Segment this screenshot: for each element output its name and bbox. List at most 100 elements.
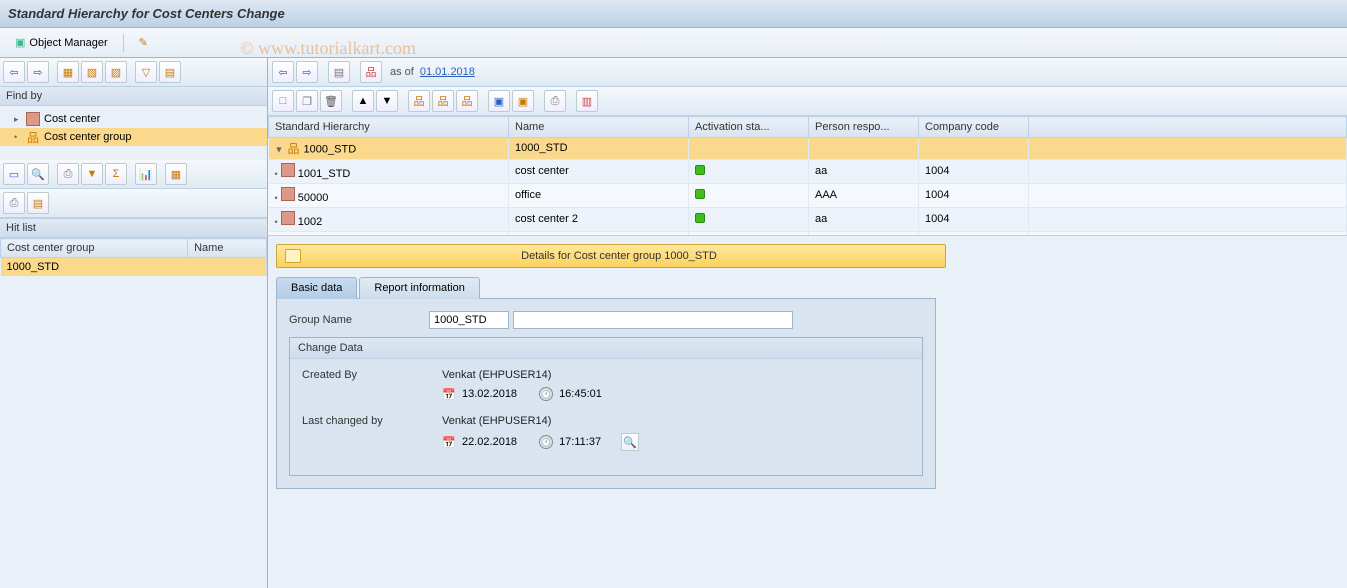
findby-item-cost-center[interactable]: ▸ Cost center xyxy=(0,110,267,128)
assign-icon: ▦ xyxy=(63,66,73,79)
nav-forward-button[interactable]: ⇨ xyxy=(27,61,49,83)
right-toolbar-1: ⇦ ⇨ ▤ 品 as of 01.01.2018 xyxy=(268,58,1347,87)
triangle-icon: ▸ xyxy=(14,114,22,125)
display-button[interactable]: ▭ xyxy=(3,163,25,185)
hier-act xyxy=(689,183,809,207)
hier-comp: 1004 xyxy=(919,159,1029,183)
expand-all-button[interactable]: 品 xyxy=(456,90,478,112)
print-button[interactable]: ⎙ xyxy=(544,90,566,112)
export-icon: ▤ xyxy=(33,197,43,210)
up-icon: ▲ xyxy=(358,95,369,107)
total-button[interactable]: Σ xyxy=(105,163,127,185)
group-name-code-input[interactable] xyxy=(429,311,509,329)
hier-col-act[interactable]: Activation sta... xyxy=(689,117,809,138)
hierarchy-button[interactable]: ▤ xyxy=(328,61,350,83)
asof-date[interactable]: 01.01.2018 xyxy=(420,66,475,78)
hier-col-name[interactable]: Name xyxy=(509,117,689,138)
main-toolbar: ▣ Object Manager ✎ xyxy=(0,28,1347,58)
status-active-icon xyxy=(695,213,705,223)
create-button[interactable]: □ xyxy=(272,90,294,112)
hier-row[interactable]: ▼ 品 1000_STD 1000_STD xyxy=(269,138,1347,160)
findby-label: Cost center xyxy=(44,113,100,125)
hitlist-cell: 1000_STD xyxy=(1,258,188,277)
hier-col-blank xyxy=(1029,117,1347,138)
hier-comp xyxy=(919,231,1029,236)
display-icon: ▭ xyxy=(9,168,19,181)
object-manager-icon: ▣ xyxy=(15,36,25,49)
hitlist-col-group[interactable]: Cost center group xyxy=(1,239,188,258)
findby-label: Cost center group xyxy=(44,131,131,143)
expand-icon: 品 xyxy=(414,93,425,109)
delete-button[interactable]: 🗑 xyxy=(320,90,342,112)
wand-button[interactable]: ✎ xyxy=(132,33,155,52)
findby-item-cost-center-group[interactable]: • 品 Cost center group xyxy=(0,128,267,146)
hier-resp: aa xyxy=(809,207,919,231)
hier-comp: 1004 xyxy=(919,207,1029,231)
hier-col-resp[interactable]: Person respo... xyxy=(809,117,919,138)
delete-icon: 🗑 xyxy=(324,95,338,108)
object-manager-button[interactable]: ▣ Object Manager xyxy=(8,33,115,52)
export-button[interactable]: ▤ xyxy=(27,192,49,214)
print2-button[interactable]: ⎙ xyxy=(3,192,25,214)
copy-button[interactable]: ❐ xyxy=(296,90,318,112)
tab-basic-data[interactable]: Basic data xyxy=(276,277,357,299)
change-data-groupbox: Change Data Created By Venkat (EHPUSER14… xyxy=(289,337,923,476)
hitlist-row[interactable]: 1000_STD xyxy=(1,258,267,277)
hier-comp xyxy=(919,138,1029,160)
search-button[interactable]: 🔍 xyxy=(27,163,49,185)
right-panel: ⇦ ⇨ ▤ 品 as of 01.01.2018 □ ❐ 🗑 ▲ ▼ 品 品 品… xyxy=(268,58,1347,588)
print-button[interactable]: ⎙ xyxy=(57,163,79,185)
print2-icon: ⎙ xyxy=(10,197,19,210)
created-time: 16:45:01 xyxy=(559,388,602,400)
assign2-icon: ▧ xyxy=(87,66,97,79)
doc2-button[interactable]: ▣ xyxy=(512,90,534,112)
chart-button[interactable]: ▥ xyxy=(576,90,598,112)
object-manager-label: Object Manager xyxy=(29,37,107,49)
titlebar: Standard Hierarchy for Cost Centers Chan… xyxy=(0,0,1347,28)
change-data-title: Change Data xyxy=(290,338,922,359)
tabstrip: Basic data Report information xyxy=(276,276,936,299)
assign3-button[interactable]: ▨ xyxy=(105,61,127,83)
hier-row[interactable]: • 1001_STD cost center aa 1004 xyxy=(269,159,1347,183)
nav-forward-button[interactable]: ⇨ xyxy=(296,61,318,83)
hitlist-header: Hit list xyxy=(0,218,267,238)
copy-icon: ❐ xyxy=(302,95,312,108)
group-icon: 品 xyxy=(282,235,296,237)
tab-report-info[interactable]: Report information xyxy=(359,277,480,299)
layout-button[interactable]: ▦ xyxy=(165,163,187,185)
doc-button[interactable]: ▣ xyxy=(488,90,510,112)
bullet-icon: • xyxy=(275,217,278,227)
hier-code: 50000 xyxy=(298,192,329,204)
up-button[interactable]: ▲ xyxy=(352,90,374,112)
expand-button[interactable]: 品 xyxy=(408,90,430,112)
hier-col-std[interactable]: Standard Hierarchy xyxy=(269,117,509,138)
hier-row[interactable]: • 50000 office AAA 1004 xyxy=(269,183,1347,207)
filter-button[interactable]: ▼ xyxy=(81,163,103,185)
filter-icon: ▼ xyxy=(87,168,98,180)
expand-icon[interactable]: ▼ xyxy=(275,145,284,155)
search-button[interactable]: 🔍 xyxy=(621,433,639,451)
nav-back-button[interactable]: ⇦ xyxy=(272,61,294,83)
layout-icon: ▦ xyxy=(171,168,181,181)
stats-button[interactable]: 📊 xyxy=(135,163,157,185)
hier-col-comp[interactable]: Company code xyxy=(919,117,1029,138)
hier-row[interactable]: • 1002 cost center 2 aa 1004 xyxy=(269,207,1347,231)
hier-row[interactable]: ▸ 品 1001_STD New group xyxy=(269,231,1347,236)
assign2-button[interactable]: ▧ xyxy=(81,61,103,83)
hier-name: New group xyxy=(509,231,689,236)
hier-name: cost center 2 xyxy=(509,207,689,231)
assign-button[interactable]: ▦ xyxy=(57,61,79,83)
hier-act xyxy=(689,231,809,236)
group-icon: 品 xyxy=(286,141,300,155)
org-button[interactable]: 品 xyxy=(360,61,382,83)
hier-resp xyxy=(809,138,919,160)
hitlist-col-name[interactable]: Name xyxy=(188,239,267,258)
nav-back-button[interactable]: ⇦ xyxy=(3,61,25,83)
group-name-desc-input[interactable] xyxy=(513,311,793,329)
sort-button[interactable]: ▤ xyxy=(159,61,181,83)
right-toolbar-2: □ ❐ 🗑 ▲ ▼ 品 品 品 ▣ ▣ ⎙ ▥ xyxy=(268,87,1347,116)
cost-center-icon xyxy=(26,112,40,126)
collapse-button[interactable]: 品 xyxy=(432,90,454,112)
bookmark-button[interactable]: ▽ xyxy=(135,61,157,83)
down-button[interactable]: ▼ xyxy=(376,90,398,112)
